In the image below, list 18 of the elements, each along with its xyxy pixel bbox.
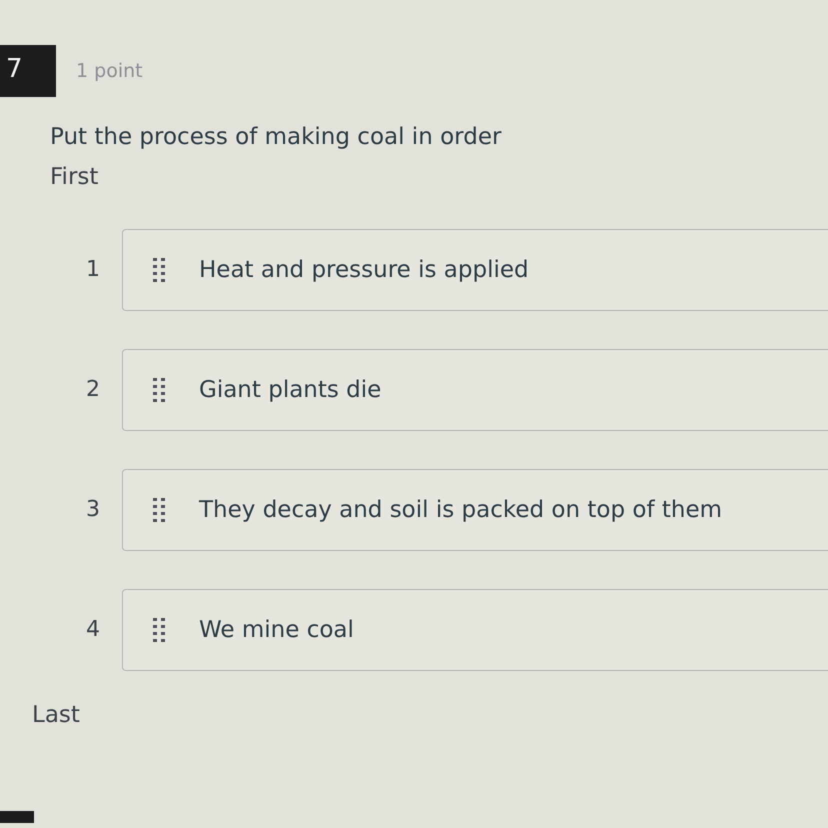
order-number: 4: [85, 616, 100, 644]
next-question-badge: [0, 811, 34, 823]
ordering-item[interactable]: We mine coal: [122, 589, 828, 671]
question-number: 7: [0, 45, 56, 97]
question-prompt: Put the process of making coal in order: [50, 123, 502, 152]
drag-handle-icon[interactable]: [153, 378, 165, 402]
points-label: 1 point: [76, 59, 143, 83]
drag-handle-icon[interactable]: [153, 258, 165, 282]
order-number: 2: [85, 376, 100, 404]
ordering-item[interactable]: Heat and pressure is applied: [122, 229, 828, 311]
order-number: 3: [85, 496, 100, 524]
drag-handle-icon[interactable]: [153, 498, 165, 522]
first-label: First: [50, 163, 100, 192]
last-label: Last: [32, 701, 81, 730]
ordering-item[interactable]: Giant plants die: [122, 349, 828, 431]
drag-handle-icon[interactable]: [153, 618, 165, 642]
ordering-item[interactable]: They decay and soil is packed on top of them: [122, 469, 828, 551]
order-number: 1: [85, 256, 100, 284]
